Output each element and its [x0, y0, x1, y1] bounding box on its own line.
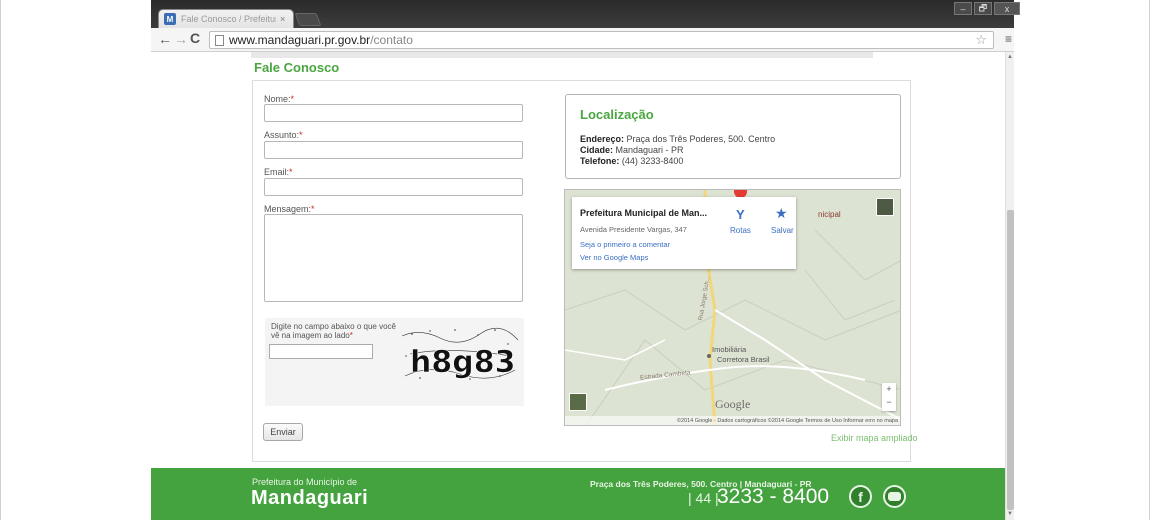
back-button[interactable]: ←	[158, 31, 172, 47]
subject-input[interactable]	[264, 141, 523, 159]
address-line: Endereço: Praça dos Três Poderes, 500. C…	[580, 134, 776, 144]
view-google-maps-link[interactable]: Ver no Google Maps	[580, 253, 648, 262]
top-strip	[251, 52, 873, 58]
name-label: Nome:*	[264, 94, 295, 104]
address-bar[interactable]: www.mandaguari.pr.gov.br/contato ☆	[209, 31, 994, 49]
captcha-image: h8g83	[401, 327, 519, 380]
save-label[interactable]: Salvar	[771, 226, 794, 235]
page-icon	[215, 34, 224, 46]
phone-line: Telefone: (44) 3233-8400	[580, 156, 684, 166]
favicon-icon: M	[164, 13, 176, 25]
browser-window: M Fale Conosco / Prefeitura × – 🗗 x ← → …	[0, 0, 1150, 520]
zoom-out-button[interactable]: −	[882, 396, 896, 409]
close-window-button[interactable]: x	[994, 2, 1020, 15]
map-label-municipal: nicipal	[818, 210, 841, 219]
window-controls: – 🗗 x	[954, 2, 1020, 15]
location-title: Localização	[580, 107, 654, 122]
google-logo: Google	[715, 397, 751, 411]
email-label: Email:*	[264, 167, 293, 177]
footer-subtitle: Prefeitura do Município de	[252, 477, 358, 487]
save-star-icon[interactable]: ★	[775, 205, 788, 222]
earth-view-icon[interactable]	[569, 393, 587, 411]
scrollbar-thumb[interactable]	[1007, 210, 1014, 510]
send-button[interactable]: Enviar	[263, 423, 303, 441]
url-path: /contato	[370, 33, 413, 47]
location-card: Localização Endereço: Praça dos Três Pod…	[565, 94, 901, 179]
captcha-input[interactable]	[269, 344, 373, 359]
scroll-down-icon[interactable]: ▼	[1007, 511, 1013, 517]
message-label: Mensagem:*	[264, 204, 315, 214]
zoom-control[interactable]: + −	[882, 383, 896, 411]
subject-label: Assunto:*	[264, 130, 303, 140]
scroll-up-icon[interactable]: ▲	[1007, 54, 1013, 60]
city-line: Cidade: Mandaguari - PR	[580, 145, 684, 155]
name-input[interactable]	[264, 104, 523, 122]
map-info-window: Prefeitura Municipal de Man... Avenida P…	[572, 197, 796, 269]
forward-button[interactable]: →	[174, 31, 188, 47]
tab-title: Fale Conosco / Prefeitura	[181, 14, 276, 24]
message-textarea[interactable]	[264, 214, 523, 302]
footer-area-code: | 44 |	[688, 490, 719, 506]
page-title: Fale Conosco	[254, 60, 340, 75]
new-tab-button[interactable]	[294, 13, 322, 26]
footer-city-name: Mandaguari	[251, 487, 369, 509]
place-name: Prefeitura Municipal de Man...	[580, 208, 708, 218]
minimize-button[interactable]: –	[954, 2, 972, 15]
youtube-icon[interactable]	[883, 485, 906, 508]
map-label-corretora: Corretora Brasil	[717, 355, 770, 364]
directions-label[interactable]: Rotas	[730, 226, 751, 235]
browser-tab[interactable]: M Fale Conosco / Prefeitura ×	[158, 9, 294, 28]
map-attribution: ©2014 Google - Dados cartográficos ©2014…	[565, 416, 900, 425]
browser-toolbar: ← → C www.mandaguari.pr.gov.br/contato ☆…	[151, 28, 1014, 52]
captcha-panel: Digite no campo abaixo o que você vê na …	[265, 318, 524, 406]
facebook-icon[interactable]: f	[849, 485, 872, 508]
directions-icon[interactable]: Y	[736, 207, 745, 222]
footer-phone: 3233 - 8400	[717, 485, 830, 508]
satellite-thumbnail-icon[interactable]	[876, 198, 894, 216]
captcha-prompt: Digite no campo abaixo o que você vê na …	[271, 322, 396, 340]
captcha-image-text: h8g83	[410, 345, 515, 380]
email-input[interactable]	[264, 178, 523, 196]
maximize-button[interactable]: 🗗	[974, 2, 992, 15]
reload-button[interactable]: C	[190, 30, 200, 46]
tab-close-icon[interactable]: ×	[280, 14, 285, 24]
url-host: www.mandaguari.pr.gov.br	[229, 33, 371, 47]
zoom-in-button[interactable]: +	[882, 383, 896, 396]
place-address: Avenida Presidente Vargas, 347	[580, 225, 687, 234]
screen: M Fale Conosco / Prefeitura × – 🗗 x ← → …	[0, 0, 1150, 520]
first-comment-link[interactable]: Seja o primeiro a comentar	[580, 240, 670, 249]
expand-map-link[interactable]: Exibir mapa ampliado	[831, 433, 918, 443]
menu-icon[interactable]: ≡	[1005, 32, 1012, 46]
bookmark-star-icon[interactable]: ☆	[975, 32, 987, 48]
google-map[interactable]: nicipal Imobiliária Corretora Brasil Est…	[564, 189, 901, 426]
map-label-imobiliaria: Imobiliária	[712, 345, 747, 354]
site-footer: Prefeitura do Município de Mandaguari Pr…	[151, 468, 1014, 520]
page-viewport: Fale Conosco Nome:* Assunto:* Email:* Me…	[151, 52, 1014, 520]
vertical-scrollbar[interactable]: ▲ ▼	[1005, 52, 1014, 520]
